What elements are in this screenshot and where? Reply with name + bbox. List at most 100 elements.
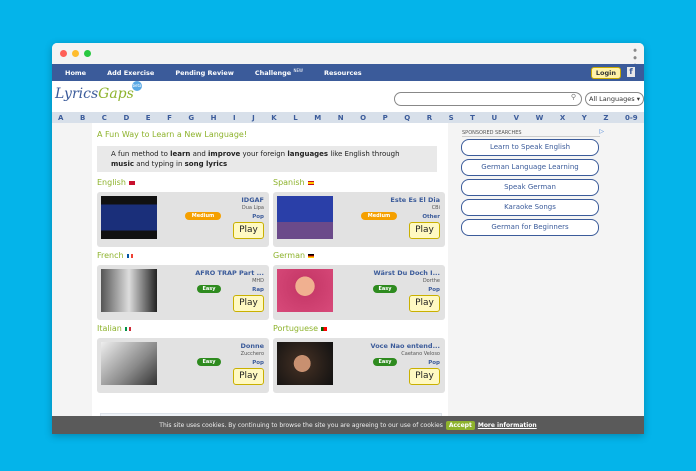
ad-link[interactable]: German for Beginners — [461, 219, 599, 236]
alphabet-letter[interactable]: N — [338, 114, 344, 122]
adchoices-icon[interactable]: ▷ — [599, 128, 604, 135]
song-card[interactable]: Este Es El Dia CBi Medium Other Play — [273, 192, 445, 247]
language-heading-italian[interactable]: Italian — [97, 324, 131, 333]
alphabet-letter[interactable]: V — [514, 114, 519, 122]
alphabet-letter[interactable]: E — [146, 114, 151, 122]
level-badge: Easy — [197, 285, 221, 293]
facebook-icon[interactable]: f — [627, 67, 635, 77]
alphabet-letter[interactable]: L — [293, 114, 297, 122]
alphabet-letter[interactable]: B — [80, 114, 85, 122]
language-select-value: All Languages — [589, 95, 635, 103]
alphabet-letter[interactable]: M — [314, 114, 321, 122]
language-heading-spanish[interactable]: Spanish — [273, 178, 314, 187]
ad-link[interactable]: Learn to Speak English — [461, 139, 599, 156]
ad-link[interactable]: Karaoke Songs — [461, 199, 599, 216]
language-heading-german[interactable]: German — [273, 251, 315, 260]
alphabet-letter[interactable]: S — [449, 114, 454, 122]
alphabet-letter[interactable]: Q — [404, 114, 410, 122]
more-information-link[interactable]: More information — [478, 422, 537, 429]
song-title[interactable]: IDGAF — [241, 196, 264, 204]
song-artist: Dua Lipa — [241, 205, 264, 211]
song-title[interactable]: Wärst Du Doch I... — [374, 269, 441, 277]
maximize-window-button[interactable] — [84, 50, 91, 57]
song-genre: Pop — [252, 214, 264, 220]
play-button[interactable]: Play — [409, 222, 440, 239]
play-button[interactable]: Play — [409, 368, 440, 385]
video-thumbnail[interactable] — [277, 342, 333, 385]
alphabet-letter[interactable]: C — [102, 114, 107, 122]
level-badge: Medium — [185, 212, 221, 220]
intro-line-2: music and typing in song lyrics — [111, 160, 228, 168]
video-thumbnail[interactable] — [101, 342, 157, 385]
nav-home[interactable]: Home — [65, 69, 86, 77]
nav-challenge[interactable]: Challenge NEW — [255, 68, 303, 77]
ad-link[interactable]: German Language Learning — [461, 159, 599, 176]
alphabet-letter[interactable]: R — [427, 114, 432, 122]
search-input[interactable]: ⚲ — [394, 92, 582, 106]
divider — [462, 136, 600, 137]
alphabet-letter[interactable]: A — [58, 114, 63, 122]
alphabet-letter[interactable]: I — [233, 114, 236, 122]
alphabet-letter[interactable]: F — [167, 114, 172, 122]
song-card[interactable]: Donne Zucchero Easy Pop Play — [97, 338, 269, 393]
play-button[interactable]: Play — [233, 368, 264, 385]
language-label: Portuguese — [273, 324, 319, 333]
song-card[interactable]: Voce Nao entend... Caetano Veloso Easy P… — [273, 338, 445, 393]
intro-line-1: A fun method to learn and improve your f… — [111, 150, 400, 158]
alphabet-letter[interactable]: P — [383, 114, 388, 122]
close-window-button[interactable] — [60, 50, 67, 57]
language-select[interactable]: All Languages ▾ — [585, 92, 644, 106]
language-heading-english[interactable]: English — [97, 178, 135, 187]
alphabet-letter[interactable]: Y — [582, 114, 587, 122]
play-button[interactable]: Play — [233, 222, 264, 239]
song-card[interactable]: AFRO TRAP Part ... MHD Easy Rap Play — [97, 265, 269, 320]
video-thumbnail[interactable] — [101, 196, 157, 239]
alphabet-letter[interactable]: T — [470, 114, 475, 122]
language-heading-portuguese[interactable]: Portuguese — [273, 324, 328, 333]
song-genre: Pop — [252, 360, 264, 366]
alphabet-letter[interactable]: 0-9 — [625, 114, 638, 122]
play-button[interactable]: Play — [233, 295, 264, 312]
header: LyricsGaps beta ⚲ All Languages ▾ — [52, 81, 644, 112]
top-nav: Home Add Exercise Pending Review Challen… — [52, 64, 644, 81]
italy-flag-icon — [124, 326, 131, 331]
alphabet-letter[interactable]: J — [252, 114, 255, 122]
video-thumbnail[interactable] — [101, 269, 157, 312]
intro-text: A fun method to learn and improve your f… — [97, 146, 437, 172]
language-heading-french[interactable]: French — [97, 251, 133, 260]
video-thumbnail[interactable] — [277, 269, 333, 312]
video-thumbnail[interactable] — [277, 196, 333, 239]
germany-flag-icon — [308, 253, 315, 258]
alphabet-letter[interactable]: W — [536, 114, 544, 122]
site-logo[interactable]: LyricsGaps — [55, 86, 134, 102]
song-title[interactable]: AFRO TRAP Part ... — [195, 269, 264, 277]
song-title[interactable]: Este Es El Dia — [390, 196, 440, 204]
alphabet-letter[interactable]: U — [491, 114, 497, 122]
language-label: Italian — [97, 324, 122, 333]
song-title[interactable]: Donne — [240, 342, 264, 350]
alphabet-letter[interactable]: G — [188, 114, 194, 122]
accept-cookies-button[interactable]: Accept — [445, 420, 475, 430]
alphabet-letter[interactable]: H — [211, 114, 217, 122]
song-card[interactable]: Wärst Du Doch I... Dorthe Easy Pop Play — [273, 265, 445, 320]
cookie-text: This site uses cookies. By continuing to… — [159, 421, 443, 429]
tagline: A Fun Way to Learn a New Language! — [97, 130, 248, 139]
nav-add-exercise[interactable]: Add Exercise — [107, 69, 154, 77]
search-icon[interactable]: ⚲ — [571, 93, 576, 101]
alphabet-letter[interactable]: X — [560, 114, 565, 122]
play-button[interactable]: Play — [409, 295, 440, 312]
nav-resources[interactable]: Resources — [324, 69, 362, 77]
alphabet-letter[interactable]: D — [123, 114, 129, 122]
nav-challenge-label: Challenge — [254, 69, 292, 78]
alphabet-letter[interactable]: Z — [603, 114, 608, 122]
login-button[interactable]: Login — [590, 67, 621, 79]
minimize-window-button[interactable] — [72, 50, 79, 57]
song-artist: Zucchero — [240, 351, 264, 357]
nav-pending-review[interactable]: Pending Review — [175, 69, 234, 77]
song-artist: Dorthe — [422, 278, 440, 284]
alphabet-letter[interactable]: O — [360, 114, 366, 122]
song-title[interactable]: Voce Nao entend... — [371, 342, 440, 350]
alphabet-letter[interactable]: K — [271, 114, 276, 122]
ad-link[interactable]: Speak German — [461, 179, 599, 196]
song-card[interactable]: IDGAF Dua Lipa Medium Pop Play — [97, 192, 269, 247]
